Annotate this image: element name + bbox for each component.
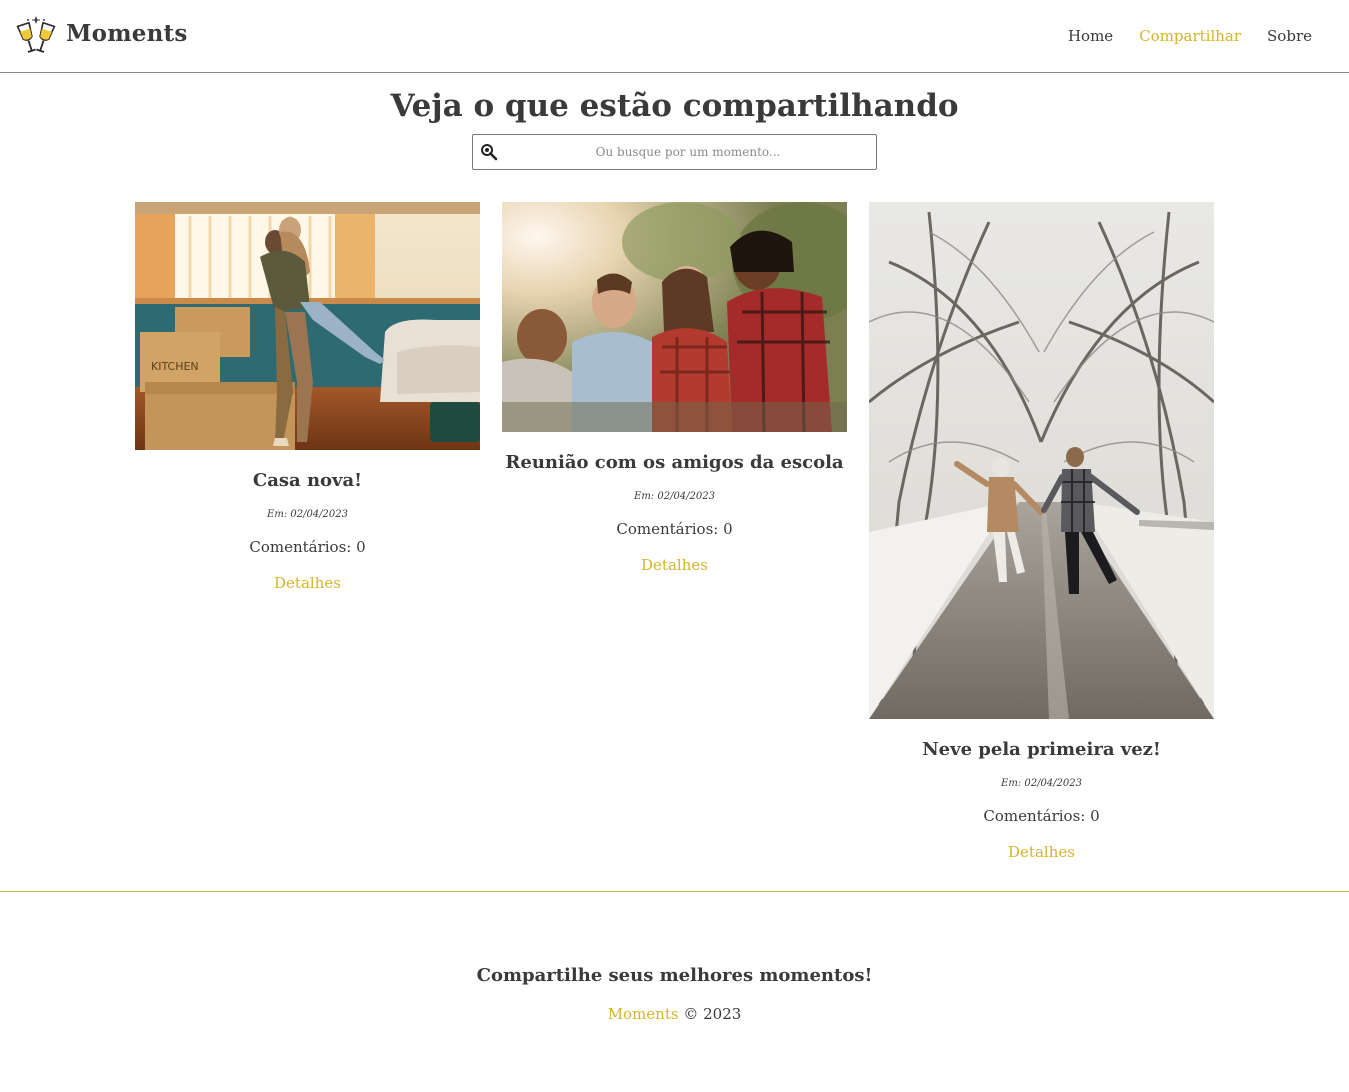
details-link[interactable]: Detalhes bbox=[274, 574, 341, 592]
nav-sobre[interactable]: Sobre bbox=[1267, 27, 1312, 45]
moment-image-casa-nova[interactable]: KITCHEN bbox=[135, 202, 480, 450]
moment-card: KITCHEN Casa nova! Em: 02/04/2023 Coment… bbox=[135, 202, 480, 592]
footer-copyright: Moments © 2023 bbox=[0, 1005, 1349, 1023]
champagne-toast-icon bbox=[16, 16, 56, 53]
search-input[interactable] bbox=[503, 135, 873, 169]
details-link[interactable]: Detalhes bbox=[641, 556, 708, 574]
footer: Compartilhe seus melhores momentos! Mome… bbox=[0, 891, 1349, 1092]
nav-compartilhar[interactable]: Compartilhar bbox=[1139, 27, 1241, 45]
logo[interactable] bbox=[15, 14, 57, 58]
moment-title: Casa nova! bbox=[252, 470, 363, 491]
svg-text:KITCHEN: KITCHEN bbox=[151, 360, 199, 373]
moment-date: Em: 02/04/2023 bbox=[634, 491, 715, 502]
moment-card: Reunião com os amigos da escola Em: 02/0… bbox=[502, 202, 847, 574]
header: Moments Home Compartilhar Sobre bbox=[0, 0, 1349, 73]
moment-image-neve[interactable] bbox=[869, 202, 1214, 719]
moment-card: Neve pela primeira vez! Em: 02/04/2023 C… bbox=[869, 202, 1214, 861]
details-link[interactable]: Detalhes bbox=[1008, 843, 1075, 861]
moment-comments: Comentários: 0 bbox=[249, 538, 366, 556]
copyright-text: © 2023 bbox=[683, 1005, 742, 1023]
brand-name[interactable]: Moments bbox=[66, 20, 187, 47]
footer-tagline: Compartilhe seus melhores momentos! bbox=[476, 965, 873, 986]
moment-date: Em: 02/04/2023 bbox=[1001, 778, 1082, 789]
moment-comments: Comentários: 0 bbox=[616, 520, 733, 538]
moment-image-reuniao[interactable] bbox=[502, 202, 847, 432]
moment-title: Neve pela primeira vez! bbox=[922, 739, 1161, 760]
footer-brand[interactable]: Moments bbox=[608, 1005, 679, 1023]
nav-home[interactable]: Home bbox=[1068, 27, 1113, 45]
moment-date: Em: 02/04/2023 bbox=[267, 509, 348, 520]
main-nav: Home Compartilhar Sobre bbox=[1068, 27, 1312, 45]
search-box bbox=[472, 134, 877, 170]
search-icon bbox=[481, 144, 498, 161]
moment-title: Reunião com os amigos da escola bbox=[505, 452, 844, 473]
moment-comments: Comentários: 0 bbox=[983, 807, 1100, 825]
page-title: Veja o que estão compartilhando bbox=[390, 88, 959, 124]
